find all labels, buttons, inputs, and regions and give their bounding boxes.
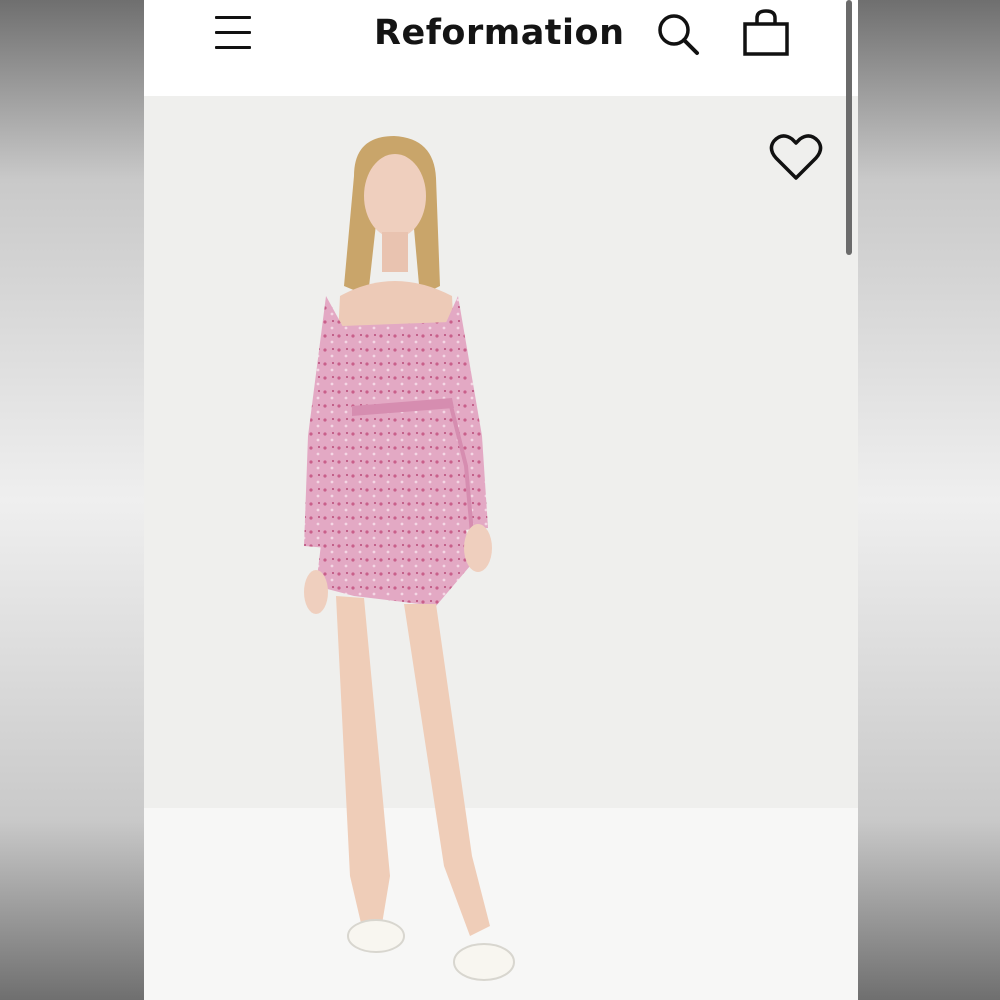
site-header: Reformation: [144, 0, 858, 96]
phone-screen: Reformation: [144, 0, 858, 1000]
hamburger-menu-icon[interactable]: [214, 14, 254, 54]
model-illustration: [304, 136, 515, 981]
brand-logo[interactable]: Reformation: [374, 13, 624, 53]
left-blur-margin: [0, 0, 144, 1000]
shopping-bag-icon[interactable]: [742, 8, 790, 58]
scrollbar[interactable]: [846, 0, 852, 255]
search-icon[interactable]: [654, 10, 702, 58]
product-photo[interactable]: [144, 96, 858, 1000]
right-blur-margin: [858, 0, 1000, 1000]
heart-icon[interactable]: [768, 132, 824, 184]
